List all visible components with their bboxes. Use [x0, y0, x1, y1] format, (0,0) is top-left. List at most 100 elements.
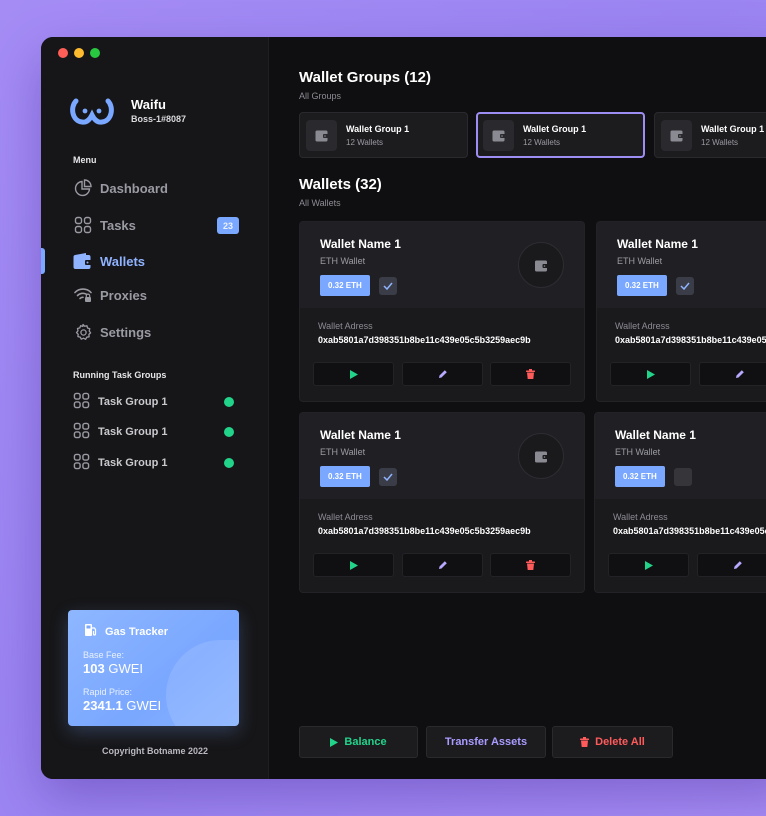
running-status-dot: [224, 458, 234, 468]
menu-heading: Menu: [73, 155, 97, 165]
trash-icon: [526, 560, 535, 570]
maximize-window-button[interactable]: [90, 48, 100, 58]
edit-wallet-button[interactable]: [697, 553, 766, 577]
pencil-icon: [438, 370, 447, 378]
play-icon: [646, 369, 655, 379]
sidebar-item-dashboard[interactable]: Dashboard: [73, 176, 243, 200]
sidebar-item-label: Settings: [100, 324, 152, 340]
wallet-icon: [661, 120, 692, 151]
wallet-select-checkbox[interactable]: [674, 468, 692, 486]
sidebar-item-label: Tasks: [100, 217, 136, 233]
delete-all-button[interactable]: Delete All: [552, 726, 673, 758]
wallet-address-label: Wallet Adress: [615, 321, 670, 331]
wallet-group-card[interactable]: Wallet Group 1 12 Wallets: [654, 112, 766, 158]
minimize-window-button[interactable]: [74, 48, 84, 58]
task-group-item[interactable]: Task Group 1: [73, 422, 243, 442]
delete-wallet-button[interactable]: [490, 362, 571, 386]
wallet-icon: [73, 252, 92, 271]
play-icon: [349, 369, 358, 379]
rapid-price-label: Rapid Price:: [83, 687, 133, 697]
check-icon: [383, 282, 393, 290]
running-task-groups-heading: Running Task Groups: [73, 370, 167, 380]
tasks-count-badge: 23: [217, 217, 239, 234]
wallet-group-card[interactable]: Wallet Group 1 12 Wallets: [299, 112, 468, 158]
wallet-icon: [306, 120, 337, 151]
active-indicator: [41, 248, 45, 274]
balance-button[interactable]: Balance: [299, 726, 418, 758]
wallet-name: Wallet Name 1: [617, 237, 698, 251]
base-fee-label: Base Fee:: [83, 650, 125, 660]
app-name: Waifu: [131, 97, 166, 112]
wallet-balance-badge: 0.32 ETH: [615, 466, 665, 487]
wallet-name: Wallet Name 1: [320, 428, 401, 442]
wallet-card: Wallet Name 1 ETH Wallet 0.32 ETH Wallet…: [299, 412, 585, 593]
sidebar-item-proxies[interactable]: Proxies: [73, 283, 243, 307]
pencil-icon: [735, 370, 744, 378]
trash-icon: [580, 737, 590, 747]
start-wallet-button[interactable]: [313, 553, 394, 577]
trash-icon: [526, 369, 535, 379]
wallet-address: 0xab5801a7d398351b8be11c439e05c5b3259aec…: [613, 526, 766, 536]
wallet-balance-badge: 0.32 ETH: [320, 275, 370, 296]
grid-icon: [73, 392, 90, 412]
wallet-icon: [534, 451, 548, 462]
start-wallet-button[interactable]: [313, 362, 394, 386]
sidebar: Waifu Boss-1#8087 Menu Dashboard Tasks 2…: [41, 37, 269, 779]
wallet-address-label: Wallet Adress: [318, 321, 373, 331]
wallet-select-checkbox[interactable]: [379, 468, 397, 486]
wallet-groups-title: Wallet Groups (12): [299, 69, 431, 86]
edit-wallet-button[interactable]: [699, 362, 766, 386]
wallet-avatar: [518, 433, 564, 479]
transfer-assets-button[interactable]: Transfer Assets: [426, 726, 546, 758]
wifi-lock-icon: [73, 286, 92, 305]
wallet-select-checkbox[interactable]: [379, 277, 397, 295]
start-wallet-button[interactable]: [610, 362, 691, 386]
close-window-button[interactable]: [58, 48, 68, 58]
play-icon: [330, 737, 339, 747]
start-wallet-button[interactable]: [608, 553, 689, 577]
wallet-type: ETH Wallet: [615, 447, 661, 457]
gear-icon: [73, 323, 92, 342]
main-content: Wallet Groups (12) All Groups Wallet Gro…: [270, 37, 766, 779]
play-icon: [349, 560, 358, 570]
wallet-card: Wallet Name 1 ETH Wallet 0.32 ETH Wallet…: [596, 221, 766, 402]
wallets-subtitle: All Wallets: [299, 198, 341, 208]
wallet-address: 0xab5801a7d398351b8be11c439e05c5b3259aec…: [615, 335, 766, 345]
edit-wallet-button[interactable]: [402, 553, 483, 577]
wallet-address-label: Wallet Adress: [613, 512, 668, 522]
pencil-icon: [733, 561, 742, 569]
running-status-dot: [224, 427, 234, 437]
task-group-label: Task Group 1: [98, 396, 168, 408]
delete-wallet-button[interactable]: [490, 553, 571, 577]
app-window: Waifu Boss-1#8087 Menu Dashboard Tasks 2…: [41, 37, 766, 779]
rapid-price-value: 2341.1 GWEI: [83, 698, 162, 713]
task-group-item[interactable]: Task Group 1: [73, 453, 243, 473]
pencil-icon: [438, 561, 447, 569]
check-icon: [680, 282, 690, 290]
task-group-label: Task Group 1: [98, 426, 168, 438]
wallet-balance-badge: 0.32 ETH: [617, 275, 667, 296]
sidebar-item-settings[interactable]: Settings: [73, 320, 243, 344]
sidebar-item-wallets[interactable]: Wallets: [73, 249, 243, 273]
wallet-group-card-selected[interactable]: Wallet Group 1 12 Wallets: [476, 112, 645, 158]
copyright-text: Copyright Botname 2022: [101, 746, 209, 756]
wallet-address: 0xab5801a7d398351b8be11c439e05c5b3259aec…: [318, 526, 531, 536]
gas-tracker-title: Gas Tracker: [84, 623, 168, 640]
logo-icon: [70, 98, 114, 125]
wallet-card: Wallet Name 1 ETH Wallet 0.32 ETH Wallet…: [594, 412, 766, 593]
wallet-card: Wallet Name 1 ETH Wallet 0.32 ETH Wallet…: [299, 221, 585, 402]
gas-pump-icon: [84, 623, 97, 640]
wallet-select-checkbox[interactable]: [676, 277, 694, 295]
grid-icon: [73, 216, 92, 235]
edit-wallet-button[interactable]: [402, 362, 483, 386]
task-group-item[interactable]: Task Group 1: [73, 392, 243, 412]
wallet-address: 0xab5801a7d398351b8be11c439e05c5b3259aec…: [318, 335, 531, 345]
window-controls: [58, 48, 100, 58]
user-tag: Boss-1#8087: [131, 114, 187, 124]
task-group-label: Task Group 1: [98, 457, 168, 469]
sidebar-item-label: Dashboard: [100, 180, 168, 196]
wallet-groups-subtitle: All Groups: [299, 91, 342, 101]
wallet-type: ETH Wallet: [320, 447, 366, 457]
wallet-avatar: [518, 242, 564, 288]
grid-icon: [73, 422, 90, 442]
